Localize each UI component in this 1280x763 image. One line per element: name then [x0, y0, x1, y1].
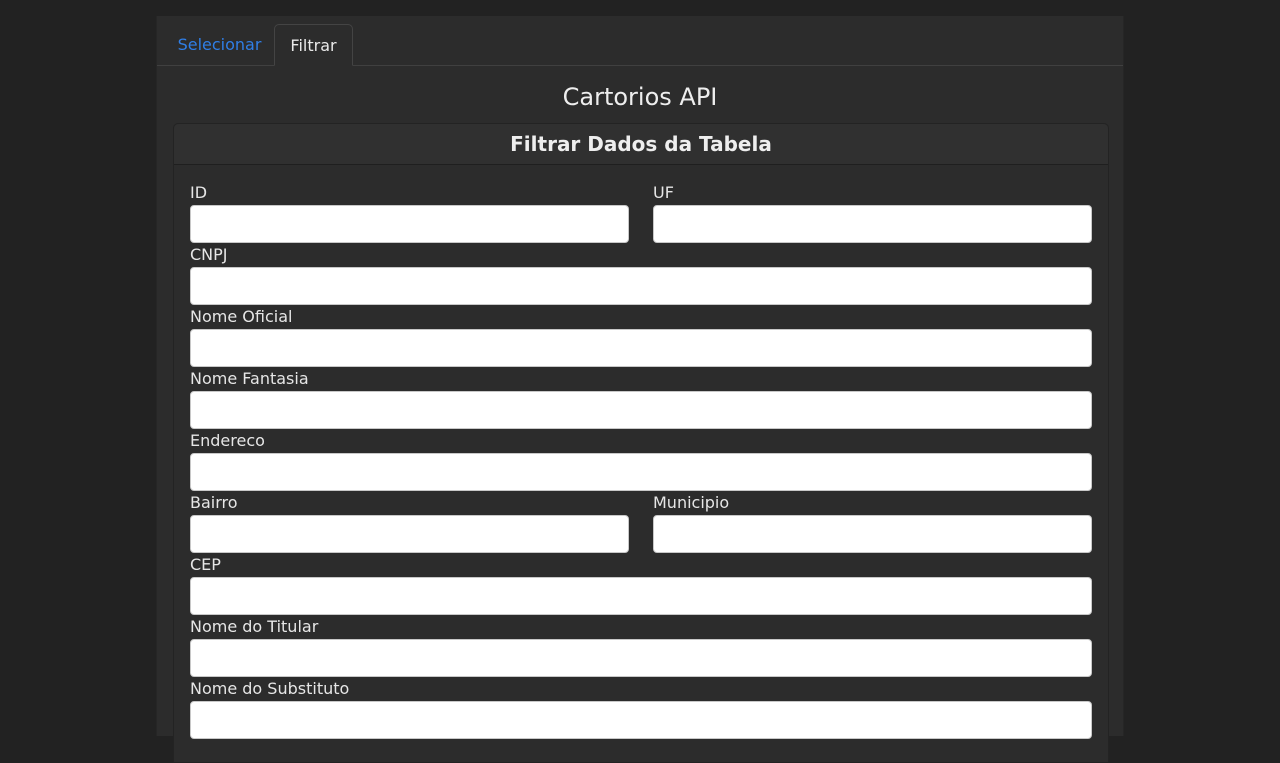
nome-fantasia-field-group: Nome Fantasia: [190, 369, 1092, 429]
page-title: Cartorios API: [562, 83, 718, 111]
nome-titular-field-group: Nome do Titular: [190, 617, 1092, 677]
main-container: Selecionar Filtrar Cartorios API Filtrar…: [156, 16, 1124, 763]
uf-label: UF: [653, 183, 674, 202]
tab-selecionar[interactable]: Selecionar: [165, 24, 274, 66]
endereco-input[interactable]: [190, 453, 1092, 491]
cep-label: CEP: [190, 555, 221, 574]
tab-filtrar[interactable]: Filtrar: [274, 24, 353, 66]
nome-fantasia-input[interactable]: [190, 391, 1092, 429]
nome-substituto-label: Nome do Substituto: [190, 679, 350, 698]
cnpj-input[interactable]: [190, 267, 1092, 305]
nome-oficial-field-group: Nome Oficial: [190, 307, 1092, 367]
municipio-field-group: Municipio: [653, 493, 1092, 553]
endereco-field-group: Endereco: [190, 431, 1092, 491]
cnpj-field-group: CNPJ: [190, 245, 1092, 305]
cep-field-group: CEP: [190, 555, 1092, 615]
uf-field-group: UF: [653, 183, 1092, 243]
filter-card: Filtrar Dados da Tabela ID UF CNPJ Nome …: [173, 123, 1109, 763]
nome-titular-label: Nome do Titular: [190, 617, 319, 636]
card-title: Filtrar Dados da Tabela: [174, 124, 1108, 165]
endereco-label: Endereco: [190, 431, 265, 450]
bairro-label: Bairro: [190, 493, 238, 512]
id-input[interactable]: [190, 205, 629, 243]
bairro-field-group: Bairro: [190, 493, 629, 553]
tab-bar: Selecionar Filtrar: [157, 16, 1123, 66]
id-field-group: ID: [190, 183, 629, 243]
nome-oficial-input[interactable]: [190, 329, 1092, 367]
nome-titular-input[interactable]: [190, 639, 1092, 677]
cnpj-label: CNPJ: [190, 245, 228, 264]
nome-substituto-input[interactable]: [190, 701, 1092, 739]
id-label: ID: [190, 183, 208, 202]
cep-input[interactable]: [190, 577, 1092, 615]
bairro-input[interactable]: [190, 515, 629, 553]
municipio-label: Municipio: [653, 493, 730, 512]
municipio-input[interactable]: [653, 515, 1092, 553]
nome-substituto-field-group: Nome do Substituto: [190, 679, 1092, 739]
nome-fantasia-label: Nome Fantasia: [190, 369, 309, 388]
nome-oficial-label: Nome Oficial: [190, 307, 293, 326]
uf-input[interactable]: [653, 205, 1092, 243]
